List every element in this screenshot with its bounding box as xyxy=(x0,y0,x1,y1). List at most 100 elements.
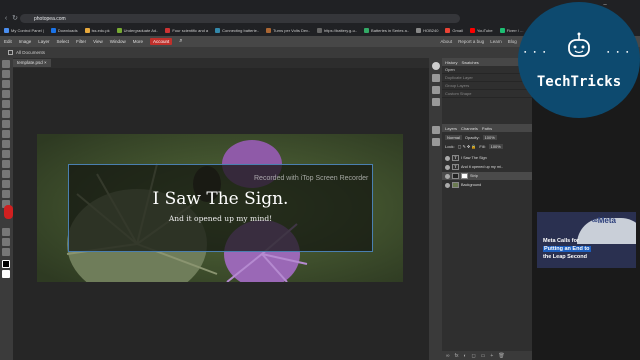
opacity-label: Opacity: xyxy=(464,135,480,140)
css-icon[interactable] xyxy=(432,126,440,134)
document-canvas[interactable]: I Saw The Sign. And it opened up my mind… xyxy=(37,134,403,282)
marquee-tool-icon[interactable] xyxy=(2,70,10,78)
info-icon[interactable] xyxy=(432,62,440,70)
pen-tool-icon[interactable] xyxy=(2,190,10,198)
shape-tool-icon[interactable] xyxy=(2,228,10,236)
crop-tool-icon[interactable] xyxy=(2,100,10,108)
bookmark[interactable]: Batteries in Series a.. xyxy=(364,28,409,33)
menu-about[interactable]: About xyxy=(440,39,452,44)
search-icon[interactable]: ⌕ xyxy=(179,38,182,45)
channel-badge: ● ● ● ● ● ● TechTricks xyxy=(518,2,640,118)
menu-report-bug[interactable]: Report a bug xyxy=(458,39,484,44)
menu-filter[interactable]: Filter xyxy=(76,39,86,44)
clone-tool-icon[interactable] xyxy=(2,140,10,148)
menu-select[interactable]: Select xyxy=(57,39,70,44)
tab-channels[interactable]: Channels xyxy=(461,126,478,131)
image-icon[interactable] xyxy=(432,138,440,146)
bookmark[interactable]: Turns per Volts Dev.. xyxy=(266,28,310,33)
menu-blog[interactable]: Blog xyxy=(508,39,517,44)
recorder-watermark: Recorded with iTop Screen Recorder xyxy=(254,175,369,182)
document-tab[interactable]: template.psd × xyxy=(13,59,51,67)
lock-icon[interactable]: ▢ ✎ ✥ 🔒 xyxy=(458,144,477,149)
layer-row[interactable]: T I Saw The Sign xyxy=(442,154,532,162)
tab-paths[interactable]: Paths xyxy=(482,126,492,131)
layer-row-selected[interactable]: Strip xyxy=(442,172,532,180)
bookmark[interactable]: Fiverr / ... xyxy=(499,28,523,33)
layer-row[interactable]: Background xyxy=(442,181,532,189)
lock-fill-row: Lock: ▢ ✎ ✥ 🔒 Fill: 100% xyxy=(445,144,503,149)
eyedropper-icon[interactable] xyxy=(2,110,10,118)
history-entry[interactable]: Custom Shape xyxy=(442,90,532,98)
bookmark[interactable]: iss.edu.pk xyxy=(84,28,110,33)
effects-icon[interactable]: fx xyxy=(455,353,459,359)
move-tool-icon[interactable] xyxy=(2,60,10,68)
link-icon[interactable]: ∞ xyxy=(446,353,450,359)
dodge-tool-icon[interactable] xyxy=(2,180,10,188)
artwork-subtitle: And it opened up my mind! xyxy=(168,214,273,223)
menu-more[interactable]: More xyxy=(133,39,143,44)
tab-swatches[interactable]: Swatches xyxy=(461,60,478,65)
bookmark[interactable]: My Control Panel | xyxy=(4,28,44,33)
menu-edit[interactable]: Edit xyxy=(4,39,12,44)
account-button[interactable]: Account xyxy=(150,38,173,45)
refresh-icon[interactable]: ↻ xyxy=(11,14,19,23)
adjustment-icon[interactable]: ◐ xyxy=(463,353,466,359)
address-bar[interactable]: photopea.com xyxy=(20,14,460,23)
brush-tool-icon[interactable] xyxy=(2,130,10,138)
folder-icon[interactable]: ▭ xyxy=(481,353,486,359)
video-thumbnail[interactable]: ∞Meta Meta Calls for Putting an End to t… xyxy=(537,212,636,268)
bookmark[interactable]: YouTube xyxy=(469,28,493,33)
history-icon[interactable] xyxy=(432,74,440,82)
healing-tool-icon[interactable] xyxy=(2,120,10,128)
bookmark[interactable]: HOB240 xyxy=(416,28,438,33)
bookmark[interactable]: Connecting batterie.. xyxy=(215,28,259,33)
back-icon[interactable]: ‹ xyxy=(2,14,10,23)
gradient-tool-icon[interactable] xyxy=(2,160,10,168)
artwork-title: I Saw The Sign. xyxy=(152,189,289,209)
lasso-tool-icon[interactable] xyxy=(2,80,10,88)
tab-layers[interactable]: Layers xyxy=(445,126,457,131)
trash-icon[interactable]: 🗑 xyxy=(498,353,504,359)
menu-layer[interactable]: Layer xyxy=(38,39,49,44)
menu-window[interactable]: Window xyxy=(110,39,126,44)
layer-row[interactable]: T And it opened up my mi.. xyxy=(442,163,532,171)
checkbox-icon[interactable] xyxy=(8,50,13,55)
dot-decoration-left: ● ● ● xyxy=(524,49,549,54)
eye-icon[interactable] xyxy=(445,155,450,161)
eye-icon[interactable] xyxy=(445,182,450,188)
magic-wand-icon[interactable] xyxy=(2,90,10,98)
layers-panel-header: Layers Channels Paths xyxy=(442,124,532,132)
eye-icon[interactable] xyxy=(445,164,450,170)
bookmark[interactable]: Undergraduate Ad.. xyxy=(116,28,158,33)
zoom-tool-icon[interactable] xyxy=(2,248,10,256)
foreground-color-swatch[interactable] xyxy=(2,260,10,268)
menu-learn[interactable]: Learn xyxy=(490,39,502,44)
fill-input[interactable]: 100% xyxy=(488,144,503,149)
blur-tool-icon[interactable] xyxy=(2,170,10,178)
dot-decoration-right: ● ● ● xyxy=(607,49,632,54)
layer-thumbnail xyxy=(452,182,459,188)
layer-controls-row: Normal Opacity: 100% xyxy=(445,135,497,140)
hand-tool-icon[interactable] xyxy=(2,238,10,246)
opacity-input[interactable]: 100% xyxy=(482,135,497,140)
mask-icon[interactable]: ◻ xyxy=(472,353,476,359)
eye-icon[interactable] xyxy=(445,173,450,179)
bookmark[interactable]: https://battery.g-u.. xyxy=(316,28,357,33)
menu-view[interactable]: View xyxy=(93,39,103,44)
video-headline-1: Meta Calls for xyxy=(543,238,580,244)
paragraph-icon[interactable] xyxy=(432,86,440,94)
url-text: photopea.com xyxy=(34,15,66,22)
tab-history[interactable]: History xyxy=(445,60,457,65)
bookmark[interactable]: Four scientific and a xyxy=(165,28,208,33)
eraser-tool-icon[interactable] xyxy=(2,150,10,158)
character-icon[interactable] xyxy=(432,98,440,106)
blend-mode-select[interactable]: Normal xyxy=(445,135,462,140)
bookmark[interactable]: Downloads xyxy=(50,28,78,33)
lock-label: Lock: xyxy=(445,144,455,149)
close-icon[interactable]: × xyxy=(44,60,47,65)
document-tabs xyxy=(13,58,429,68)
bookmark[interactable]: Gmail xyxy=(445,28,463,33)
background-color-swatch[interactable] xyxy=(2,270,10,278)
menu-image[interactable]: Image xyxy=(19,39,32,44)
new-layer-icon[interactable]: + xyxy=(490,353,493,359)
